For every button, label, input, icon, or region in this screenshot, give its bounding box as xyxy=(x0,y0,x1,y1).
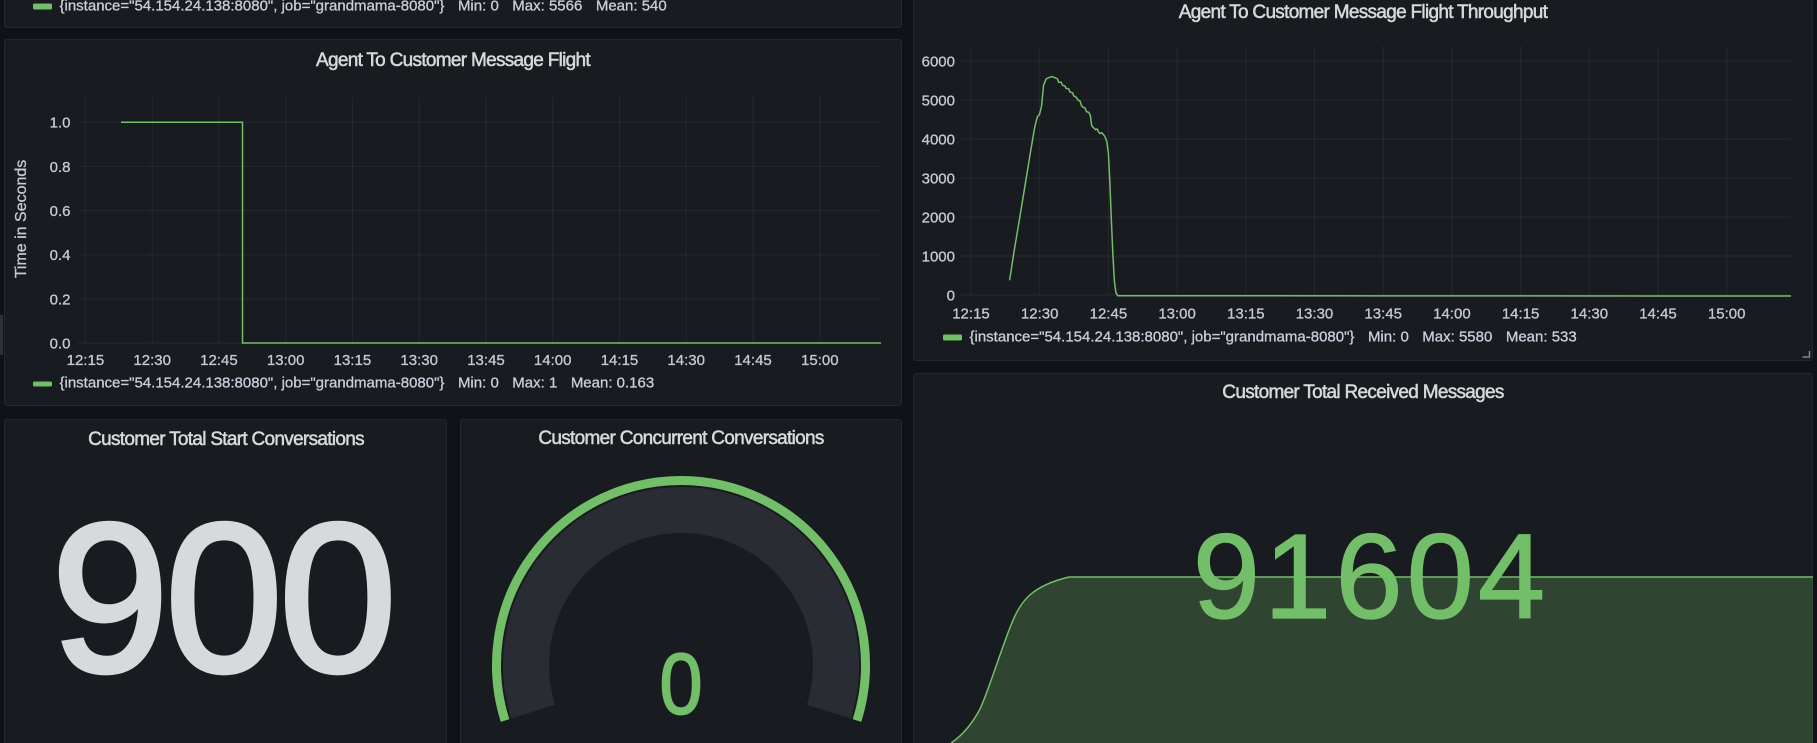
svg-text:12:30: 12:30 xyxy=(1021,305,1059,322)
svg-text:12:30: 12:30 xyxy=(133,352,171,369)
svg-text:1000: 1000 xyxy=(922,248,955,265)
svg-text:13:15: 13:15 xyxy=(334,352,372,369)
svg-text:5000: 5000 xyxy=(922,93,955,110)
svg-text:13:00: 13:00 xyxy=(267,352,305,369)
svg-text:0: 0 xyxy=(947,287,955,304)
svg-text:13:45: 13:45 xyxy=(1364,305,1402,322)
svg-text:1.0: 1.0 xyxy=(50,115,71,132)
svg-text:12:45: 12:45 xyxy=(1090,305,1128,322)
svg-text:13:30: 13:30 xyxy=(400,352,438,369)
svg-text:12:15: 12:15 xyxy=(952,305,990,322)
svg-text:14:15: 14:15 xyxy=(601,352,639,369)
svg-text:13:30: 13:30 xyxy=(1296,305,1334,322)
svg-text:0.2: 0.2 xyxy=(50,291,71,308)
svg-text:2000: 2000 xyxy=(922,210,955,227)
svg-text:15:00: 15:00 xyxy=(1708,305,1746,322)
svg-text:14:15: 14:15 xyxy=(1502,305,1540,322)
svg-text:15:00: 15:00 xyxy=(801,352,839,369)
svg-text:14:30: 14:30 xyxy=(667,352,705,369)
svg-text:13:45: 13:45 xyxy=(467,352,505,369)
svg-text:14:00: 14:00 xyxy=(534,352,572,369)
svg-text:0.8: 0.8 xyxy=(50,159,71,176)
svg-text:14:45: 14:45 xyxy=(734,352,772,369)
svg-text:13:15: 13:15 xyxy=(1227,305,1265,322)
svg-text:3000: 3000 xyxy=(922,171,955,188)
svg-text:0.6: 0.6 xyxy=(50,203,71,220)
svg-text:13:00: 13:00 xyxy=(1158,305,1196,322)
svg-text:Time in Seconds: Time in Seconds xyxy=(13,160,30,279)
svg-text:12:15: 12:15 xyxy=(67,352,105,369)
svg-text:14:45: 14:45 xyxy=(1639,305,1677,322)
svg-text:14:00: 14:00 xyxy=(1433,305,1471,322)
svg-text:6000: 6000 xyxy=(922,54,955,71)
svg-text:4000: 4000 xyxy=(922,132,955,149)
svg-text:12:45: 12:45 xyxy=(200,352,238,369)
svg-text:0.0: 0.0 xyxy=(50,335,71,352)
svg-text:14:30: 14:30 xyxy=(1571,305,1609,322)
svg-text:0.4: 0.4 xyxy=(50,247,71,264)
